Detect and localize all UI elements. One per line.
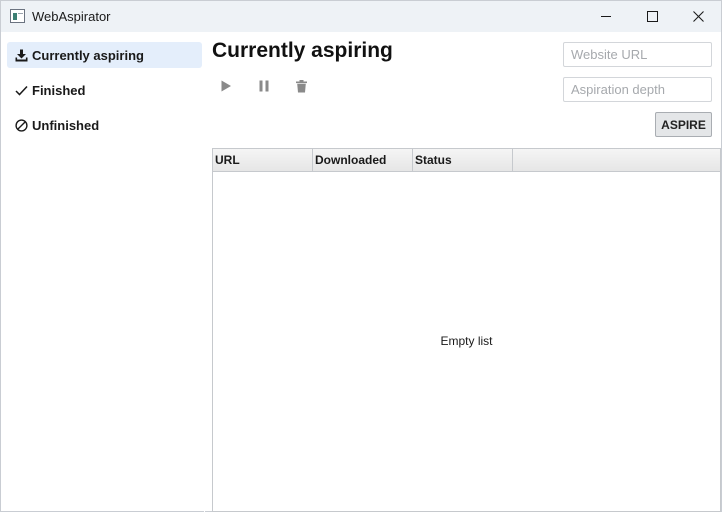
trash-icon — [295, 79, 307, 92]
minimize-button[interactable] — [583, 1, 629, 32]
check-icon — [15, 84, 28, 97]
sidebar-item-label: Unfinished — [32, 117, 100, 133]
play-icon — [221, 80, 231, 92]
minimize-icon — [600, 16, 611, 17]
table-header: URL Downloaded Status — [213, 149, 720, 172]
title-bar[interactable]: WebAspirator — [1, 1, 721, 32]
app-window-icon — [10, 9, 25, 23]
sidebar-item-currently-aspiring[interactable]: Currently aspiring — [7, 42, 202, 68]
prohibited-icon — [15, 118, 28, 132]
empty-list-message: Empty list — [440, 334, 493, 348]
aspiration-depth-input[interactable] — [563, 77, 712, 102]
sidebar: Currently aspiring Finished Unfinished — [2, 32, 205, 512]
column-header-filler — [513, 149, 720, 171]
delete-button[interactable] — [291, 76, 311, 96]
close-icon — [692, 11, 704, 22]
sidebar-item-label: Finished — [32, 82, 86, 98]
window-title: WebAspirator — [32, 9, 111, 24]
downloads-table: URL Downloaded Status Empty list — [212, 148, 721, 512]
aspire-button[interactable]: ASPIRE — [655, 112, 712, 137]
close-button[interactable] — [675, 1, 721, 32]
download-icon — [15, 49, 28, 62]
sidebar-item-label: Currently aspiring — [32, 47, 144, 63]
page-title: Currently aspiring — [212, 39, 393, 62]
column-header-url[interactable]: URL — [213, 149, 313, 171]
column-header-status[interactable]: Status — [413, 149, 513, 171]
maximize-icon — [646, 11, 658, 22]
maximize-button[interactable] — [629, 1, 675, 32]
column-header-downloaded[interactable]: Downloaded — [313, 149, 413, 171]
sidebar-item-finished[interactable]: Finished — [7, 77, 202, 103]
pause-icon — [259, 80, 269, 92]
app-window: WebAspirator Currently aspiring Finished… — [0, 0, 722, 512]
sidebar-item-unfinished[interactable]: Unfinished — [7, 112, 202, 138]
play-button[interactable] — [216, 76, 236, 96]
website-url-input[interactable] — [563, 42, 712, 67]
pause-button[interactable] — [254, 76, 274, 96]
